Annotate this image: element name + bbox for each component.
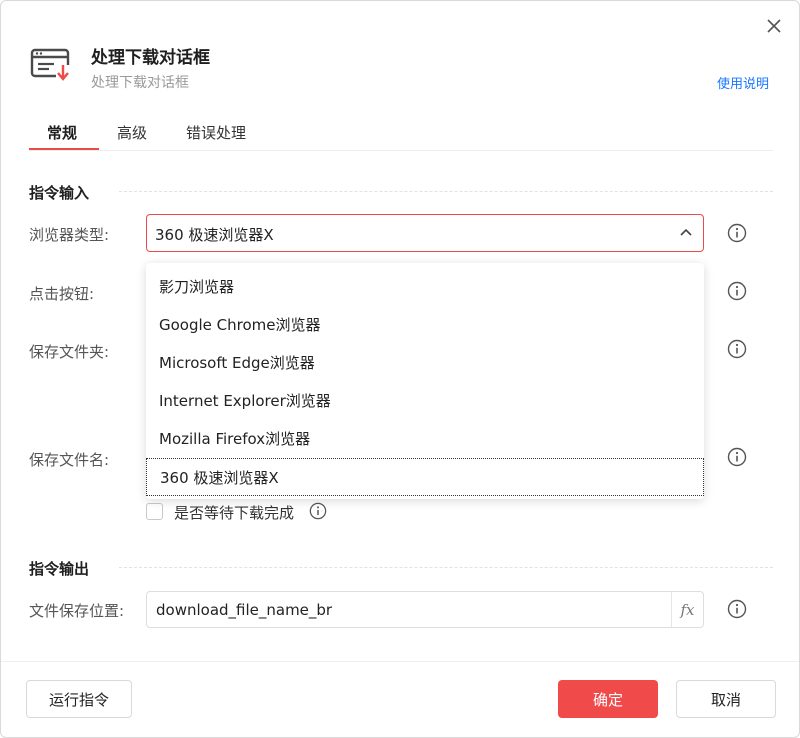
browser-type-label: 浏览器类型: bbox=[29, 226, 110, 244]
wait-download-label: 是否等待下载完成 bbox=[174, 504, 295, 522]
section-divider bbox=[119, 567, 773, 568]
info-icon[interactable] bbox=[727, 339, 747, 359]
dialog-subtitle: 处理下载对话框 bbox=[91, 75, 189, 91]
browser-type-dropdown: 影刀浏览器 Google Chrome浏览器 Microsoft Edge浏览器… bbox=[146, 263, 704, 499]
tab-general[interactable]: 常规 bbox=[47, 122, 77, 143]
dropdown-option[interactable]: Internet Explorer浏览器 bbox=[146, 382, 704, 420]
tab-bar: 常规 高级 错误处理 bbox=[29, 114, 773, 151]
info-icon[interactable] bbox=[727, 223, 747, 243]
download-dialog-icon bbox=[30, 48, 70, 82]
info-icon[interactable] bbox=[727, 599, 747, 619]
fx-button[interactable]: fx bbox=[671, 592, 703, 627]
info-icon[interactable] bbox=[727, 281, 747, 301]
dropdown-option[interactable]: Google Chrome浏览器 bbox=[146, 306, 704, 344]
wait-download-checkbox[interactable] bbox=[146, 503, 163, 520]
process-download-dialog: 处理下载对话框 处理下载对话框 使用说明 常规 高级 错误处理 指令输入 浏览器… bbox=[0, 0, 800, 738]
input-section-title: 指令输入 bbox=[29, 184, 90, 202]
dropdown-option[interactable]: Mozilla Firefox浏览器 bbox=[146, 420, 704, 458]
tab-error-handling[interactable]: 错误处理 bbox=[186, 122, 246, 143]
close-icon bbox=[767, 19, 781, 33]
dialog-title: 处理下载对话框 bbox=[91, 48, 210, 68]
confirm-button[interactable]: 确定 bbox=[558, 680, 658, 718]
dropdown-option[interactable]: Microsoft Edge浏览器 bbox=[146, 344, 704, 382]
browser-type-value: 360 极速浏览器X bbox=[155, 226, 274, 244]
run-command-button[interactable]: 运行指令 bbox=[26, 680, 132, 718]
chevron-up-icon bbox=[680, 228, 692, 236]
footer-divider bbox=[1, 661, 799, 662]
dropdown-option-selected[interactable]: 360 极速浏览器X bbox=[146, 458, 704, 496]
info-icon[interactable] bbox=[309, 502, 327, 520]
output-section-title: 指令输出 bbox=[29, 560, 90, 578]
file-location-input[interactable] bbox=[147, 592, 671, 627]
close-button[interactable] bbox=[761, 13, 787, 39]
dropdown-option[interactable]: 影刀浏览器 bbox=[146, 268, 704, 306]
help-link[interactable]: 使用说明 bbox=[717, 73, 769, 92]
section-divider bbox=[119, 191, 773, 192]
active-tab-indicator bbox=[29, 148, 99, 150]
tab-advanced[interactable]: 高级 bbox=[117, 122, 147, 143]
click-button-label: 点击按钮: bbox=[29, 285, 95, 303]
save-filename-label: 保存文件名: bbox=[29, 451, 110, 469]
browser-type-select[interactable]: 360 极速浏览器X bbox=[146, 214, 704, 252]
cancel-button[interactable]: 取消 bbox=[676, 680, 776, 718]
file-location-label: 文件保存位置: bbox=[29, 602, 125, 620]
save-folder-label: 保存文件夹: bbox=[29, 343, 110, 361]
file-location-field: fx bbox=[146, 591, 704, 628]
info-icon[interactable] bbox=[727, 447, 747, 467]
